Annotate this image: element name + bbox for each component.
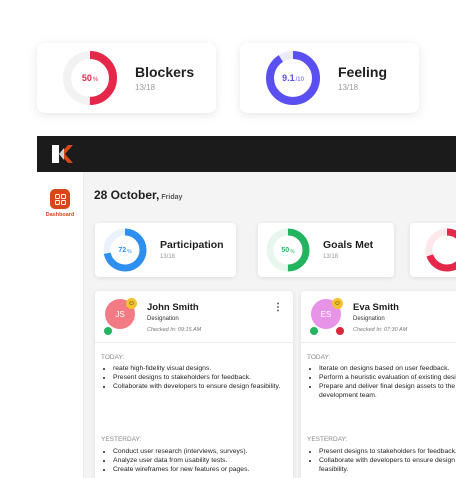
happy-face-icon: ☺ [332,298,343,309]
person-designation: Designation [353,316,385,322]
today-label: TODAY: [101,354,125,361]
person-designation: Designation [147,316,179,322]
person-name: John Smith [147,302,199,313]
list-item: Collaborate with developers to ensure de… [113,382,291,391]
goals-met-value: 50% [281,246,295,255]
blockers-count: 13/18 [135,83,156,92]
dashboard-button[interactable] [50,189,70,209]
goals-met-title: Goals Met [323,239,374,251]
page-date: 28 October, Friday [94,188,182,202]
participation-value: 72% [118,246,132,255]
blockers-title: Blockers [135,64,195,80]
blockers-ring: 50% [61,49,119,107]
online-status-icon [309,326,319,336]
list-item: Present designs to stakeholders for feed… [113,373,291,382]
top-bar [37,136,456,172]
list-item: Prepare and deliver final design assets … [319,382,456,400]
busy-status-icon [335,326,345,336]
online-status-icon [103,326,113,336]
feeling-title: Feeling [338,64,388,80]
person-name: Eva Smith [353,302,399,313]
yesterday-label: YESTERDAY: [307,436,348,443]
participation-title: Participation [160,239,224,251]
standup-card-eva: ES ☺ Eva Smith Designation Checked In: 0… [301,291,456,478]
checked-in-time: Checked In: 09:15 AM [147,327,202,333]
app-window: Dashboard 28 October, Friday 72% Particip… [37,136,456,478]
yesterday-label: YESTERDAY: [101,436,142,443]
list-item: Present designs to stakeholders for feed… [319,447,456,456]
divider [95,342,293,343]
list-item: reate high-fidelity visual designs. [113,364,291,373]
feeling-value: 9.1/10 [282,73,304,83]
feeling-card: 9.1/10 Feeling 13/18 [240,43,419,113]
goals-met-card: 50% Goals Met 13/18 [258,223,394,277]
grid-icon [54,193,66,205]
standup-card-john: JS ☺ John Smith Designation Checked In: … [95,291,293,478]
list-item: Perform a heuristic evaluation of existi… [319,373,456,382]
goals-met-ring: 50% [265,227,311,273]
participation-count: 13/18 [160,254,176,260]
goals-met-count: 13/18 [323,254,339,260]
blockers-value: 50% [81,73,99,83]
blockers-card: 50% Blockers 13/18 [37,43,216,113]
sidebar: Dashboard [37,172,84,478]
dashboard-label[interactable]: Dashboard [37,212,83,218]
feeling-ring: 9.1/10 [264,49,322,107]
participation-card: 72% Participation 13/18 [95,223,236,277]
participation-ring: 72% [102,227,148,273]
list-item: Create wireframes for new features or pa… [113,465,291,474]
date-text: 28 October, [94,188,160,202]
today-list: reate high-fidelity visual designs. Pres… [103,364,291,391]
more-options-icon[interactable]: ⋮ [273,303,283,313]
third-metric-card [410,223,456,277]
feeling-count: 13/18 [338,83,359,92]
list-item: Collaborate with developers to ensure de… [319,456,456,474]
today-label: TODAY: [307,354,331,361]
yesterday-list: Present designs to stakeholders for feed… [309,447,456,474]
list-item: Conduct user research (interviews, surve… [113,447,291,456]
yesterday-list: Conduct user research (interviews, surve… [103,447,291,474]
checked-in-time: Checked In: 07:30 AM [353,327,408,333]
today-list: Iterate on designs based on user feedbac… [309,364,456,400]
day-text: Friday [161,194,183,201]
divider [301,342,456,343]
brand-logo-icon[interactable] [51,144,75,164]
list-item: Iterate on designs based on user feedbac… [319,364,456,373]
happy-face-icon: ☺ [126,298,137,309]
third-metric-ring [424,227,456,273]
list-item: Analyze user data from usability tests. [113,456,291,465]
